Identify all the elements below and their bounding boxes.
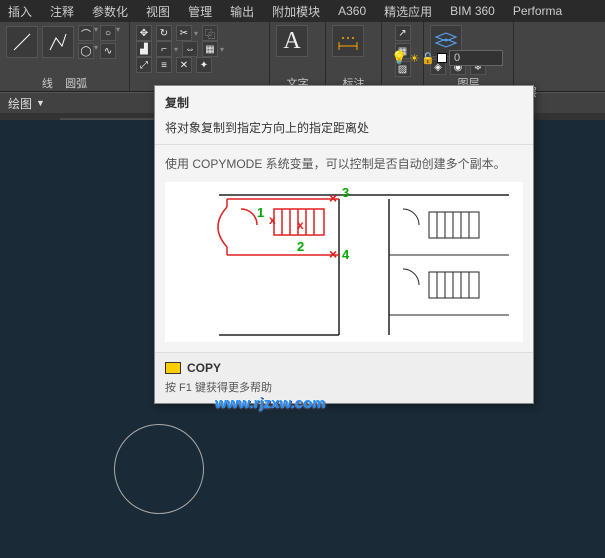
menu-view[interactable]: 视图 (146, 3, 170, 20)
svg-text:×: × (329, 190, 337, 206)
menu-bim360[interactable]: BIM 360 (450, 4, 495, 18)
menu-featured[interactable]: 精选应用 (384, 3, 432, 20)
erase-icon[interactable]: ✕ (176, 57, 192, 73)
layer-color-swatch[interactable] (437, 53, 447, 63)
menu-annotate[interactable]: 注释 (50, 3, 74, 20)
polyline-tool-icon[interactable] (42, 26, 74, 58)
lock-icon[interactable]: 🔓 (421, 52, 435, 65)
tooltip-command: COPY (165, 361, 523, 375)
sun-icon[interactable]: ☀ (409, 52, 419, 65)
tooltip-f1-hint: 按 F1 键获得更多帮助 (165, 379, 523, 395)
lightbulb-icon[interactable]: 💡 (391, 50, 407, 66)
menu-a360[interactable]: A360 (338, 4, 366, 18)
scale-icon[interactable]: ⤢ (136, 57, 152, 73)
tooltip-subtitle: 将对象复制到指定方向上的指定距离处 (155, 115, 533, 145)
tooltip-title: 复制 (155, 86, 533, 115)
menu-parametric[interactable]: 参数化 (92, 3, 128, 20)
panel-draw-arc-label: 圆弧 (65, 78, 87, 90)
svg-text:3: 3 (342, 185, 349, 200)
panel-layers: 💡 ☀ 🔓 ◈ ◉ ❄ 图层 (424, 22, 514, 91)
tooltip-body: 使用 COPYMODE 系统变量，可以控制是否自动创建多个副本。 (155, 145, 533, 182)
line-tool-icon[interactable] (6, 26, 38, 58)
fillet-icon[interactable]: ⌐ (156, 41, 172, 57)
array-icon[interactable]: ▦ (202, 41, 218, 57)
subbar-draw-label[interactable]: 绘图 (8, 95, 32, 112)
menu-performance[interactable]: Performa (513, 4, 562, 18)
leader-icon[interactable]: ↗ (395, 25, 411, 41)
copy-icon[interactable]: ⿻ (202, 25, 218, 41)
layer-name-input[interactable] (449, 50, 503, 66)
panel-draw-line-label: 线 (42, 78, 53, 90)
svg-text:x: x (297, 218, 304, 232)
panel-text: A 文字 (270, 22, 326, 91)
spline-icon[interactable]: ∿ (100, 43, 116, 59)
menu-output[interactable]: 输出 (230, 3, 254, 20)
menu-manage[interactable]: 管理 (188, 3, 212, 20)
tooltip-footer: COPY 按 F1 键获得更多帮助 (155, 352, 533, 403)
ellipse-icon[interactable]: ◯ (78, 43, 94, 59)
tooltip-illustration: 1 x 2 x 3 × 4 × (165, 182, 523, 342)
menu-addins[interactable]: 附加模块 (272, 3, 320, 20)
canvas-circle-shape (114, 424, 204, 514)
svg-text:4: 4 (342, 247, 350, 262)
svg-text:2: 2 (297, 239, 304, 254)
menu-bar: 插入 注释 参数化 视图 管理 输出 附加模块 A360 精选应用 BIM 36… (0, 0, 605, 22)
dimension-tool-icon[interactable] (332, 25, 364, 57)
copy-command-icon (165, 362, 181, 374)
stretch-icon[interactable]: ⇔ (182, 41, 198, 57)
offset-icon[interactable]: ≡ (156, 57, 172, 73)
arc-icon[interactable]: ⌒ (78, 25, 94, 41)
mirror-icon[interactable]: ▟ (136, 41, 152, 57)
command-tooltip: 复制 将对象复制到指定方向上的指定距离处 使用 COPYMODE 系统变量，可以… (154, 85, 534, 404)
move-icon[interactable]: ✥ (136, 25, 152, 41)
panel-draw: ⌒▾ ○▾ ◯▾ ∿ 线 圆弧 (0, 22, 130, 91)
subbar-dropdown-icon[interactable]: ▼ (36, 98, 45, 108)
circle-icon[interactable]: ○ (100, 25, 116, 41)
svg-text:×: × (329, 246, 337, 262)
text-tool-icon[interactable]: A (276, 25, 308, 57)
ribbon: ⌒▾ ○▾ ◯▾ ∿ 线 圆弧 ✥ ↻ ✂▾ ⿻ ▟ ⌐▾ ⇔ ▦▾ ⤢ (0, 22, 605, 92)
menu-insert[interactable]: 插入 (8, 3, 32, 20)
watermark: www.rjzxw.com (215, 395, 326, 412)
rotate-icon[interactable]: ↻ (156, 25, 172, 41)
panel-modify: ✥ ↻ ✂▾ ⿻ ▟ ⌐▾ ⇔ ▦▾ ⤢ ≡ ✕ ✦ (130, 22, 270, 91)
trim-icon[interactable]: ✂ (176, 25, 192, 41)
panel-annotate: 标注 (326, 22, 382, 91)
svg-text:1: 1 (257, 205, 264, 220)
explode-icon[interactable]: ✦ (196, 57, 212, 73)
svg-text:x: x (269, 213, 276, 227)
